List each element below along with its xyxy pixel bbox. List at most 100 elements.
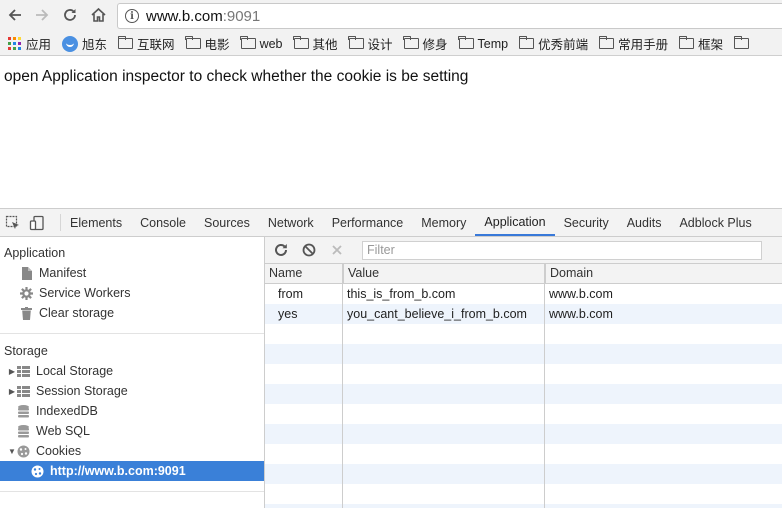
- sidebar-item-cookie-origin[interactable]: http://www.b.com:9091: [0, 461, 264, 481]
- home-button[interactable]: [87, 4, 109, 26]
- bookmarks-bar: 应用 旭东 互联网 电影 web 其他 设计 修身 Temp 优秀前端 常用手册…: [0, 32, 782, 56]
- forward-button[interactable]: [31, 4, 53, 26]
- cookie-icon: [31, 465, 44, 478]
- bookmark-label: 优秀前端: [538, 38, 589, 52]
- cell-domain: www.b.com: [549, 287, 613, 301]
- expand-arrow-icon[interactable]: ▶: [7, 367, 17, 376]
- sidebar-item-label: Cookies: [36, 444, 82, 458]
- bookmark-folder-design[interactable]: 设计: [348, 34, 393, 53]
- tab-performance[interactable]: Performance: [323, 209, 413, 236]
- home-icon: [90, 7, 106, 22]
- block-icon: [302, 243, 316, 257]
- sidebar-item-label: Clear storage: [39, 306, 115, 320]
- folder-icon: [733, 36, 750, 49]
- sidebar-item-label: Local Storage: [36, 364, 114, 378]
- bookmark-user[interactable]: 旭东: [62, 34, 107, 53]
- refresh-icon: [275, 243, 287, 256]
- cell-domain: www.b.com: [549, 307, 613, 321]
- bookmark-folder-other[interactable]: 其他: [293, 34, 338, 53]
- cookie-icon: [17, 445, 30, 458]
- column-divider[interactable]: [544, 264, 545, 508]
- url-host: www.b.com: [146, 7, 223, 25]
- sidebar-item-label: Service Workers: [39, 286, 131, 300]
- bookmark-folder-frontend[interactable]: 优秀前端: [518, 34, 589, 53]
- folder-icon: [403, 36, 419, 49]
- column-header-value[interactable]: Value: [343, 264, 545, 283]
- column-header-domain[interactable]: Domain: [545, 264, 782, 283]
- tab-audits[interactable]: Audits: [618, 209, 671, 236]
- table-icon: [17, 365, 30, 378]
- cell-name: yes: [278, 307, 298, 321]
- table-icon: [17, 385, 30, 398]
- bookmark-folder-temp[interactable]: Temp: [458, 36, 509, 51]
- sidebar-section-storage[interactable]: Storage: [0, 341, 264, 361]
- bookmark-folder-manuals[interactable]: 常用手册: [598, 34, 668, 53]
- inspect-element-icon[interactable]: [5, 215, 21, 231]
- back-button[interactable]: [4, 4, 26, 26]
- tab-network[interactable]: Network: [259, 209, 323, 236]
- cell-name: from: [278, 287, 303, 301]
- tab-memory[interactable]: Memory: [412, 209, 475, 236]
- delete-selected-button[interactable]: [329, 242, 345, 258]
- devtools-body: Application Manifest Service Workers Cle…: [0, 237, 782, 508]
- expand-arrow-icon[interactable]: ▶: [7, 387, 17, 396]
- sidebar-item-clear-storage[interactable]: Clear storage: [0, 303, 264, 323]
- close-icon: [332, 245, 342, 255]
- bookmark-label: 电影: [204, 38, 230, 52]
- devtools-tool-icons: [0, 214, 61, 231]
- devtools-panel: Elements Console Sources Network Perform…: [0, 208, 782, 508]
- cell-value: you_cant_believe_i_from_b.com: [347, 307, 527, 321]
- database-icon: [17, 424, 30, 438]
- sidebar-item-manifest[interactable]: Manifest: [0, 263, 264, 283]
- tab-application[interactable]: Application: [475, 209, 555, 236]
- reload-button[interactable]: [59, 4, 81, 26]
- sidebar-item-label: Session Storage: [36, 384, 128, 398]
- url-port: :9091: [222, 7, 261, 25]
- bookmark-folder-frameworks[interactable]: 框架: [678, 34, 723, 53]
- tab-elements[interactable]: Elements: [61, 209, 131, 236]
- address-bar[interactable]: i www.b.com:9091: [117, 3, 782, 29]
- page-body-text: open Application inspector to check whet…: [4, 68, 469, 85]
- tab-security[interactable]: Security: [555, 209, 618, 236]
- folder-icon: [348, 36, 364, 49]
- bookmark-folder-internet[interactable]: 互联网: [117, 34, 175, 53]
- bookmark-folder-movies[interactable]: 电影: [185, 34, 230, 53]
- folder-icon: [240, 36, 256, 49]
- bookmark-label: 旭东: [82, 38, 108, 52]
- sidebar-item-session-storage[interactable]: ▶ Session Storage: [0, 381, 264, 401]
- bookmark-folder-selfcare[interactable]: 修身: [403, 34, 448, 53]
- clear-all-button[interactable]: [301, 242, 317, 258]
- device-toolbar-icon[interactable]: [29, 215, 45, 231]
- tab-adblock-plus[interactable]: Adblock Plus: [670, 209, 760, 236]
- collapse-arrow-icon[interactable]: ▼: [7, 447, 17, 456]
- tab-console[interactable]: Console: [131, 209, 195, 236]
- sidebar-item-indexeddb[interactable]: IndexedDB: [0, 401, 264, 421]
- forward-arrow-icon: [36, 9, 49, 21]
- column-header-name[interactable]: Name: [265, 264, 343, 283]
- avatar-icon: [62, 35, 79, 52]
- info-icon[interactable]: i: [125, 9, 139, 23]
- folder-icon: [678, 36, 695, 49]
- folder-icon: [117, 36, 134, 49]
- sidebar-item-web-sql[interactable]: Web SQL: [0, 421, 264, 441]
- sidebar-section-application[interactable]: Application: [0, 243, 264, 263]
- gear-icon: [20, 286, 33, 300]
- sidebar-item-local-storage[interactable]: ▶ Local Storage: [0, 361, 264, 381]
- sidebar-item-cookies[interactable]: ▼ Cookies: [0, 441, 264, 461]
- bookmark-label: 修身: [422, 38, 448, 52]
- sidebar-item-service-workers[interactable]: Service Workers: [0, 283, 264, 303]
- sidebar-item-label: Manifest: [39, 266, 87, 280]
- folder-icon: [598, 36, 615, 49]
- filter-input[interactable]: Filter: [362, 240, 762, 260]
- application-sidebar: Application Manifest Service Workers Cle…: [0, 237, 265, 508]
- tab-sources[interactable]: Sources: [195, 209, 259, 236]
- bookmark-label: 其他: [312, 38, 338, 52]
- bookmark-apps[interactable]: 应用: [8, 34, 51, 53]
- sidebar-item-label: Web SQL: [36, 424, 90, 438]
- url-text: www.b.com:9091: [146, 8, 260, 25]
- bookmark-folder-web[interactable]: web: [240, 36, 283, 51]
- column-divider[interactable]: [342, 264, 343, 508]
- refresh-button[interactable]: [273, 242, 289, 258]
- bookmark-label: Temp: [477, 36, 509, 51]
- bookmark-folder-overflow[interactable]: [733, 36, 753, 49]
